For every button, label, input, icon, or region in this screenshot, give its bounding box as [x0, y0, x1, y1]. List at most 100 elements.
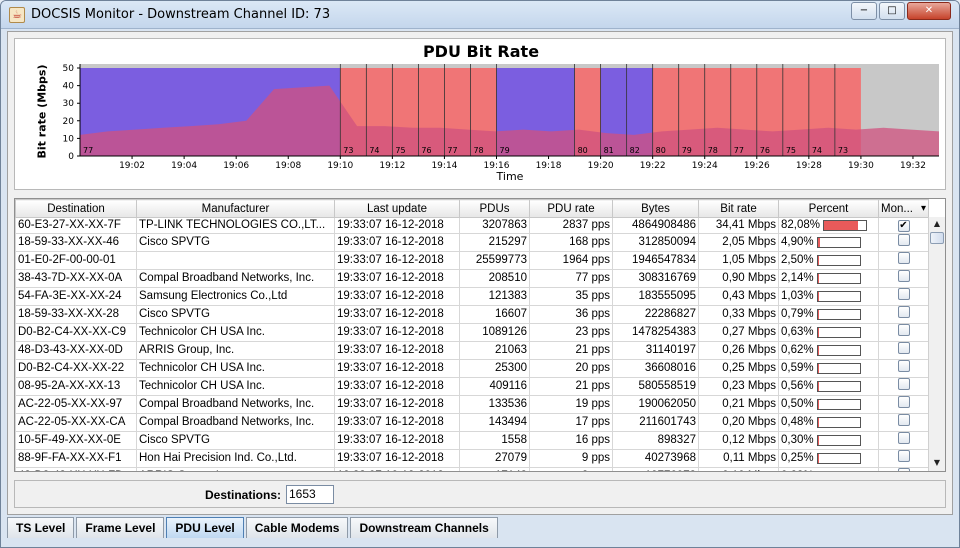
close-button[interactable]: ✕	[907, 2, 951, 20]
tab-cable-modems[interactable]: Cable Modems	[245, 517, 349, 538]
segment-label: 77	[734, 146, 744, 155]
cell-destination: 88-9F-FA-XX-XX-F1	[15, 449, 137, 468]
table-row[interactable]: 08-95-2A-XX-XX-13 Technicolor CH USA Inc.…	[15, 377, 929, 396]
monitor-checkbox[interactable]	[897, 288, 910, 300]
cell-pdu-rate: 19 pps	[529, 395, 613, 414]
table-row[interactable]: 48-D3-43-XX-XX-0D ARRIS Group, Inc. 19:33:…	[15, 341, 929, 360]
cell-monitor	[878, 431, 929, 450]
monitor-checkbox[interactable]	[897, 342, 910, 354]
column-header-last-update[interactable]: Last update	[334, 199, 460, 218]
monitor-checkbox[interactable]	[897, 270, 910, 282]
table-row[interactable]: 54-FA-3E-XX-XX-24 Samsung Electronics Co.…	[15, 287, 929, 306]
cell-manufacturer: Cisco SPVTG	[136, 305, 335, 324]
tab-ts-level[interactable]: TS Level	[7, 517, 75, 538]
cell-last-update: 19:33:07 16-12-2018	[334, 287, 460, 306]
table-row[interactable]: 60-E3-27-XX-XX-7F TP-LINK TECHNOLOGIES CO…	[15, 217, 929, 234]
percent-bar	[816, 417, 861, 428]
y-tick-label: 50	[63, 64, 75, 74]
table-row[interactable]: 48-D3-43-XX-XX-FDARRIS Group, Inc.19:33:…	[15, 467, 929, 471]
table-row[interactable]: 38-43-7D-XX-XX-0A Compal Broadband Networ…	[15, 269, 929, 288]
column-header-bytes[interactable]: Bytes	[612, 199, 699, 218]
cell-percent: 2,14%	[778, 269, 879, 288]
monitor-checkbox[interactable]	[897, 378, 910, 390]
monitor-checkbox[interactable]	[897, 324, 910, 336]
monitor-checkbox[interactable]	[897, 450, 910, 462]
cell-last-update: 19:33:07 16-12-2018	[334, 413, 460, 432]
destinations-count-field[interactable]: 1653	[286, 485, 334, 504]
cell-manufacturer: ARRIS Group, Inc.	[136, 341, 335, 360]
cell-last-update: 19:33:07 16-12-2018	[334, 323, 460, 342]
monitor-checkbox[interactable]	[897, 432, 910, 444]
percent-bar-fill	[817, 436, 819, 445]
cell-bytes: 190062050	[612, 395, 699, 414]
title-bar[interactable]: ☕ DOCSIS Monitor - Downstream Channel ID…	[1, 1, 959, 29]
scroll-thumb[interactable]	[930, 232, 944, 244]
column-menu-icon[interactable]: ▾	[921, 203, 926, 214]
table-scrollbar[interactable]: ▲ ▼	[928, 217, 945, 471]
percent-bar-fill	[817, 346, 819, 355]
segment-label: 81	[604, 146, 614, 155]
cell-percent: 0,79%	[778, 305, 879, 324]
percent-label: 0,48%	[781, 416, 814, 428]
column-header-destination[interactable]: Destination	[15, 199, 137, 218]
cell-bit-rate: 34,41 Mbps	[698, 217, 779, 234]
chart-x-axis-label: Time	[496, 170, 524, 183]
column-header-monitor[interactable]: Mon... ▾	[878, 199, 929, 218]
tab-downstream-channels[interactable]: Downstream Channels	[350, 517, 498, 538]
column-header-bit-rate[interactable]: Bit rate	[698, 199, 779, 218]
cell-manufacturer: Compal Broadband Networks, Inc.	[136, 413, 335, 432]
percent-bar	[816, 237, 861, 248]
monitor-checkbox[interactable]	[897, 234, 910, 246]
table-row[interactable]: 18-59-33-XX-XX-46 Cisco SPVTG 19:33:07 16-…	[15, 233, 929, 252]
cell-last-update: 19:33:07 16-12-2018	[334, 269, 460, 288]
table-row[interactable]: 10-5F-49-XX-XX-0E Cisco SPVTG 19:33:07 16-…	[15, 431, 929, 450]
minimize-button[interactable]: −	[851, 2, 877, 20]
tab-frame-level[interactable]: Frame Level	[76, 517, 165, 538]
cell-percent: 2,50%	[778, 251, 879, 270]
cell-manufacturer: Cisco SPVTG	[136, 431, 335, 450]
table-row[interactable]: 18-59-33-XX-XX-28 Cisco SPVTG 19:33:07 16-…	[15, 305, 929, 324]
segment-label: 74	[369, 146, 379, 155]
table-row[interactable]: 88-9F-FA-XX-XX-F1 Hon Hai Precision Ind. …	[15, 449, 929, 468]
cell-monitor	[878, 287, 929, 306]
y-tick-label: 0	[68, 152, 74, 162]
cell-pdus: 16607	[459, 305, 530, 324]
column-header-manufacturer[interactable]: Manufacturer	[136, 199, 335, 218]
tab-pdu-level[interactable]: PDU Level	[166, 517, 244, 538]
percent-bar	[816, 327, 861, 338]
percent-label: 0,23%	[781, 469, 814, 471]
monitor-checkbox[interactable]	[897, 414, 910, 426]
monitor-checkbox[interactable]	[897, 360, 910, 372]
cell-last-update: 19:33:07 16-12-2018	[334, 217, 460, 234]
cell-destination: 10-5F-49-XX-XX-0E	[15, 431, 137, 450]
column-header-percent[interactable]: Percent	[778, 199, 879, 218]
cell-monitor	[878, 377, 929, 396]
cell-pdu-rate: 1964 pps	[529, 251, 613, 270]
percent-bar-fill	[817, 292, 819, 301]
cell-pdu-rate: 21 pps	[529, 341, 613, 360]
scroll-down-icon[interactable]: ▼	[930, 456, 944, 470]
percent-bar-fill	[817, 418, 819, 427]
cell-bit-rate: 0,43 Mbps	[698, 287, 779, 306]
cell-manufacturer: TP-LINK TECHNOLOGIES CO.,LT...	[136, 217, 335, 234]
scroll-up-icon[interactable]: ▲	[930, 217, 944, 231]
monitor-checkbox[interactable]: ✔	[897, 220, 910, 232]
monitor-checkbox[interactable]	[897, 468, 910, 471]
cell-monitor	[878, 269, 929, 288]
percent-label: 0,25%	[781, 452, 814, 464]
percent-label: 0,59%	[781, 362, 814, 374]
table-row[interactable]: AC-22-05-XX-XX-CA Compal Broadband Networ…	[15, 413, 929, 432]
table-row[interactable]: 01-E0-2F-00-00-01 19:33:07 16-12-2018 2559…	[15, 251, 929, 270]
monitor-checkbox[interactable]	[897, 396, 910, 408]
monitor-checkbox[interactable]	[897, 252, 910, 264]
monitor-checkbox[interactable]	[897, 306, 910, 318]
column-header-pdu-rate[interactable]: PDU rate	[529, 199, 613, 218]
table-row[interactable]: AC-22-05-XX-XX-97 Compal Broadband Networ…	[15, 395, 929, 414]
percent-bar	[816, 453, 861, 464]
table-row[interactable]: D0-B2-C4-XX-XX-C9 Technicolor CH USA Inc.…	[15, 323, 929, 342]
cell-manufacturer: Hon Hai Precision Ind. Co.,Ltd.	[136, 449, 335, 468]
maximize-button[interactable]: □	[879, 2, 905, 20]
column-header-pdus[interactable]: PDUs	[459, 199, 530, 218]
percent-bar-fill	[817, 400, 819, 409]
table-row[interactable]: D0-B2-C4-XX-XX-22 Technicolor CH USA Inc.…	[15, 359, 929, 378]
